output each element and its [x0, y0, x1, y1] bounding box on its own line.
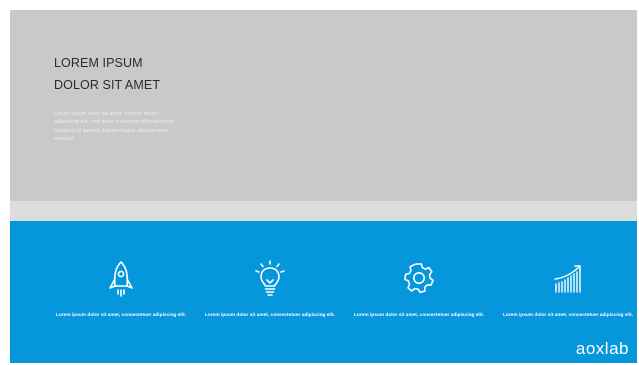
- brand-logo: aoxlab: [575, 339, 629, 358]
- feature-caption: Lorem ipsum dolor sit amet, consectetuer…: [353, 313, 485, 318]
- rocket-icon: [109, 261, 133, 297]
- hero-section: LOREM IPSUM DOLOR SIT AMET Lorem ipsum d…: [10, 10, 637, 201]
- hero-body-text: Lorem ipsum dolor sit amet, consec tetue…: [54, 111, 175, 143]
- feature-caption: Lorem ipsum dolor sit amet, consectetuer…: [204, 313, 336, 318]
- feature-item-gear: Lorem ipsum dolor sit amet, consectetuer…: [349, 221, 489, 363]
- feature-item-rocket: Lorem ipsum dolor sit amet, consectetuer…: [51, 221, 191, 363]
- feature-caption: Lorem ipsum dolor sit amet, consectetuer…: [502, 313, 634, 318]
- growth-chart-icon: [554, 265, 581, 293]
- lightbulb-icon: [255, 260, 285, 296]
- divider-band: [10, 201, 637, 221]
- feature-caption: Lorem ipsum dolor sit amet, consectetuer…: [55, 313, 187, 318]
- hero-title: LOREM IPSUM DOLOR SIT AMET: [54, 56, 161, 92]
- slide-frame: LOREM IPSUM DOLOR SIT AMET Lorem ipsum d…: [10, 10, 637, 363]
- gear-icon: [404, 263, 434, 294]
- feature-item-lightbulb: Lorem ipsum dolor sit amet, consectetuer…: [200, 221, 340, 363]
- features-section: Lorem ipsum dolor sit amet, consectetuer…: [10, 221, 637, 363]
